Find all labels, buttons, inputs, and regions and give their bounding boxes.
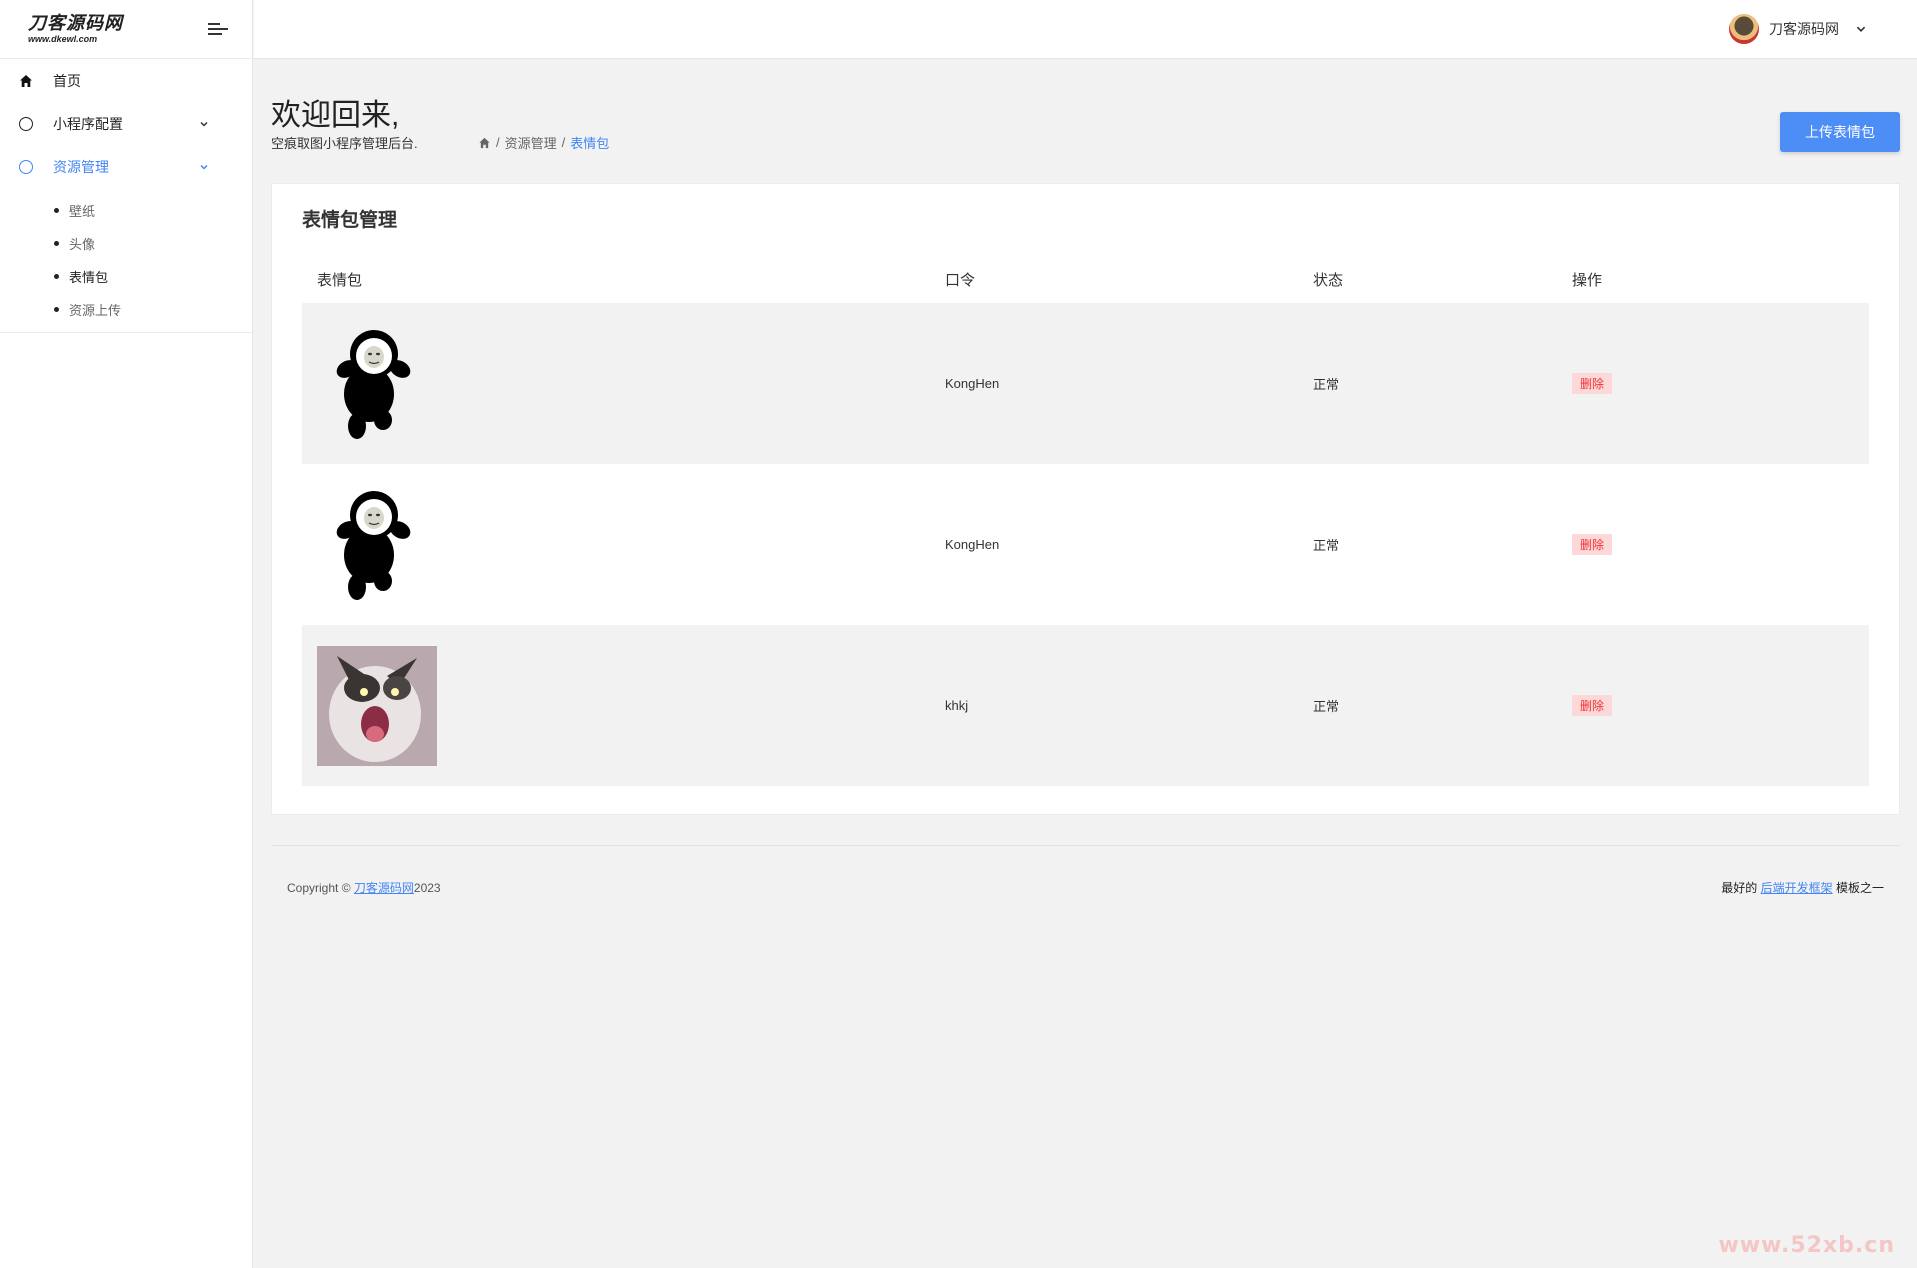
- sidebar-item-resource-management[interactable]: 资源管理: [0, 145, 252, 188]
- submenu-item-stickers[interactable]: 表情包: [0, 260, 252, 293]
- action-cell: 删除: [1557, 303, 1869, 464]
- submenu-item-label: 壁纸: [69, 204, 96, 219]
- footer-tagline: 最好的 后端开发框架 模板之一: [1721, 879, 1884, 896]
- chevron-down-icon: [200, 121, 208, 127]
- status-cell: 正常: [1313, 538, 1340, 553]
- sticker-table: 表情包 口令 状态 操作 KongHen 正常 删除 KongHen 正常 删除…: [302, 255, 1869, 786]
- tagline-prefix: 最好的: [1721, 881, 1758, 895]
- tagline-suffix: 模板之一: [1835, 881, 1884, 895]
- table-row: KongHen 正常 删除: [302, 303, 1869, 464]
- table-row: khkj 正常 删除: [302, 625, 1869, 786]
- table-header-row: 表情包 口令 状态 操作: [302, 255, 1869, 303]
- page-subtitle: 空痕取图小程序管理后台.: [271, 136, 418, 151]
- sidebar-item-label: 资源管理: [53, 158, 109, 175]
- bullet-icon: [54, 307, 59, 312]
- menu-toggle-icon[interactable]: [208, 21, 228, 37]
- footer: Copyright © 刀客源码网2023 最好的 后端开发框架 模板之一: [271, 845, 1900, 925]
- sticker-cell: [302, 464, 930, 625]
- main-content: 欢迎回来, 空痕取图小程序管理后台. / 资源管理 / 表情包 上传表情包 表情…: [271, 59, 1900, 925]
- breadcrumb-current: 表情包: [570, 136, 610, 151]
- delete-button[interactable]: 删除: [1572, 373, 1613, 394]
- user-menu[interactable]: 刀客源码网: [1729, 14, 1867, 44]
- bullet-icon: [54, 208, 59, 213]
- cat-meme-image: [317, 645, 437, 766]
- sticker-management-card: 表情包管理 表情包 口令 状态 操作 KongHen 正常 删除 KongHen…: [271, 183, 1900, 815]
- circle-icon: [19, 116, 33, 131]
- bullet-icon: [54, 274, 59, 279]
- home-icon[interactable]: [478, 137, 491, 149]
- topbar: 刀客源码网: [254, 0, 1917, 59]
- column-header-sticker: 表情包: [317, 271, 363, 289]
- sidebar-item-label: 小程序配置: [53, 115, 123, 132]
- copyright-link[interactable]: 刀客源码网: [354, 881, 414, 895]
- breadcrumb-item[interactable]: 资源管理: [505, 133, 557, 152]
- watermark: www.52xb.cn: [1718, 1233, 1895, 1258]
- framework-link[interactable]: 后端开发框架: [1761, 881, 1833, 895]
- submenu-item-avatar[interactable]: 头像: [0, 227, 252, 260]
- status-cell: 正常: [1298, 625, 1557, 786]
- command-cell: KongHen: [945, 537, 1000, 552]
- submenu-item-label: 资源上传: [69, 303, 122, 318]
- submenu-item-wallpaper[interactable]: 壁纸: [0, 194, 252, 227]
- sticker-cell: [302, 625, 930, 786]
- upload-sticker-button[interactable]: 上传表情包: [1780, 112, 1900, 152]
- panda-meme-image: [336, 329, 411, 439]
- avatar: [1729, 14, 1759, 44]
- submenu-item-resource-upload[interactable]: 资源上传: [0, 293, 252, 326]
- resource-submenu: 壁纸 头像 表情包 资源上传: [0, 188, 252, 333]
- page-title: 欢迎回来,: [271, 99, 400, 132]
- card-title: 表情包管理: [302, 210, 398, 231]
- sidebar-item-label: 首页: [53, 72, 81, 89]
- delete-button[interactable]: 删除: [1572, 534, 1613, 555]
- sidebar: 刀客源码网 www.dkewl.com 首页 小程序配置 资源管理 壁纸 头像 …: [0, 0, 253, 1268]
- panda-meme-image: [336, 490, 411, 600]
- logo-subtitle: www.dkewl.com: [28, 34, 98, 44]
- circle-icon: [19, 159, 33, 174]
- delete-button[interactable]: 删除: [1572, 695, 1613, 716]
- bullet-icon: [54, 241, 59, 246]
- submenu-item-label: 表情包: [69, 270, 109, 285]
- chevron-down-icon: [1856, 26, 1866, 32]
- logo-title: 刀客源码网: [28, 13, 123, 33]
- copyright: Copyright © 刀客源码网2023: [287, 879, 441, 896]
- sidebar-item-miniprogram-config[interactable]: 小程序配置: [0, 102, 252, 145]
- breadcrumb-separator: /: [496, 135, 500, 150]
- user-name: 刀客源码网: [1769, 21, 1839, 37]
- logo[interactable]: 刀客源码网 www.dkewl.com: [28, 14, 123, 44]
- chevron-down-icon: [200, 164, 208, 170]
- page-header: 欢迎回来, 空痕取图小程序管理后台. / 资源管理 / 表情包 上传表情包: [271, 59, 1900, 183]
- logo-bar: 刀客源码网 www.dkewl.com: [0, 0, 252, 59]
- copyright-prefix: Copyright ©: [287, 881, 351, 895]
- sidebar-item-home[interactable]: 首页: [0, 59, 252, 102]
- submenu-item-label: 头像: [69, 237, 96, 252]
- table-row: KongHen 正常 删除: [302, 464, 1869, 625]
- command-cell: khkj: [930, 625, 1298, 786]
- action-cell: 删除: [1557, 625, 1869, 786]
- column-header-action: 操作: [1572, 271, 1603, 289]
- copyright-year: 2023: [413, 881, 441, 895]
- action-cell: 删除: [1557, 464, 1869, 625]
- status-cell: 正常: [1298, 303, 1557, 464]
- breadcrumb-separator: /: [561, 135, 566, 150]
- sticker-cell: [302, 303, 930, 464]
- command-cell: KongHen: [930, 303, 1298, 464]
- sidebar-menu: 首页 小程序配置 资源管理: [0, 59, 252, 188]
- home-icon: [19, 74, 33, 88]
- breadcrumb: / 资源管理 / 表情包: [478, 133, 609, 152]
- column-header-command: 口令: [945, 271, 976, 289]
- column-header-status: 状态: [1313, 271, 1344, 289]
